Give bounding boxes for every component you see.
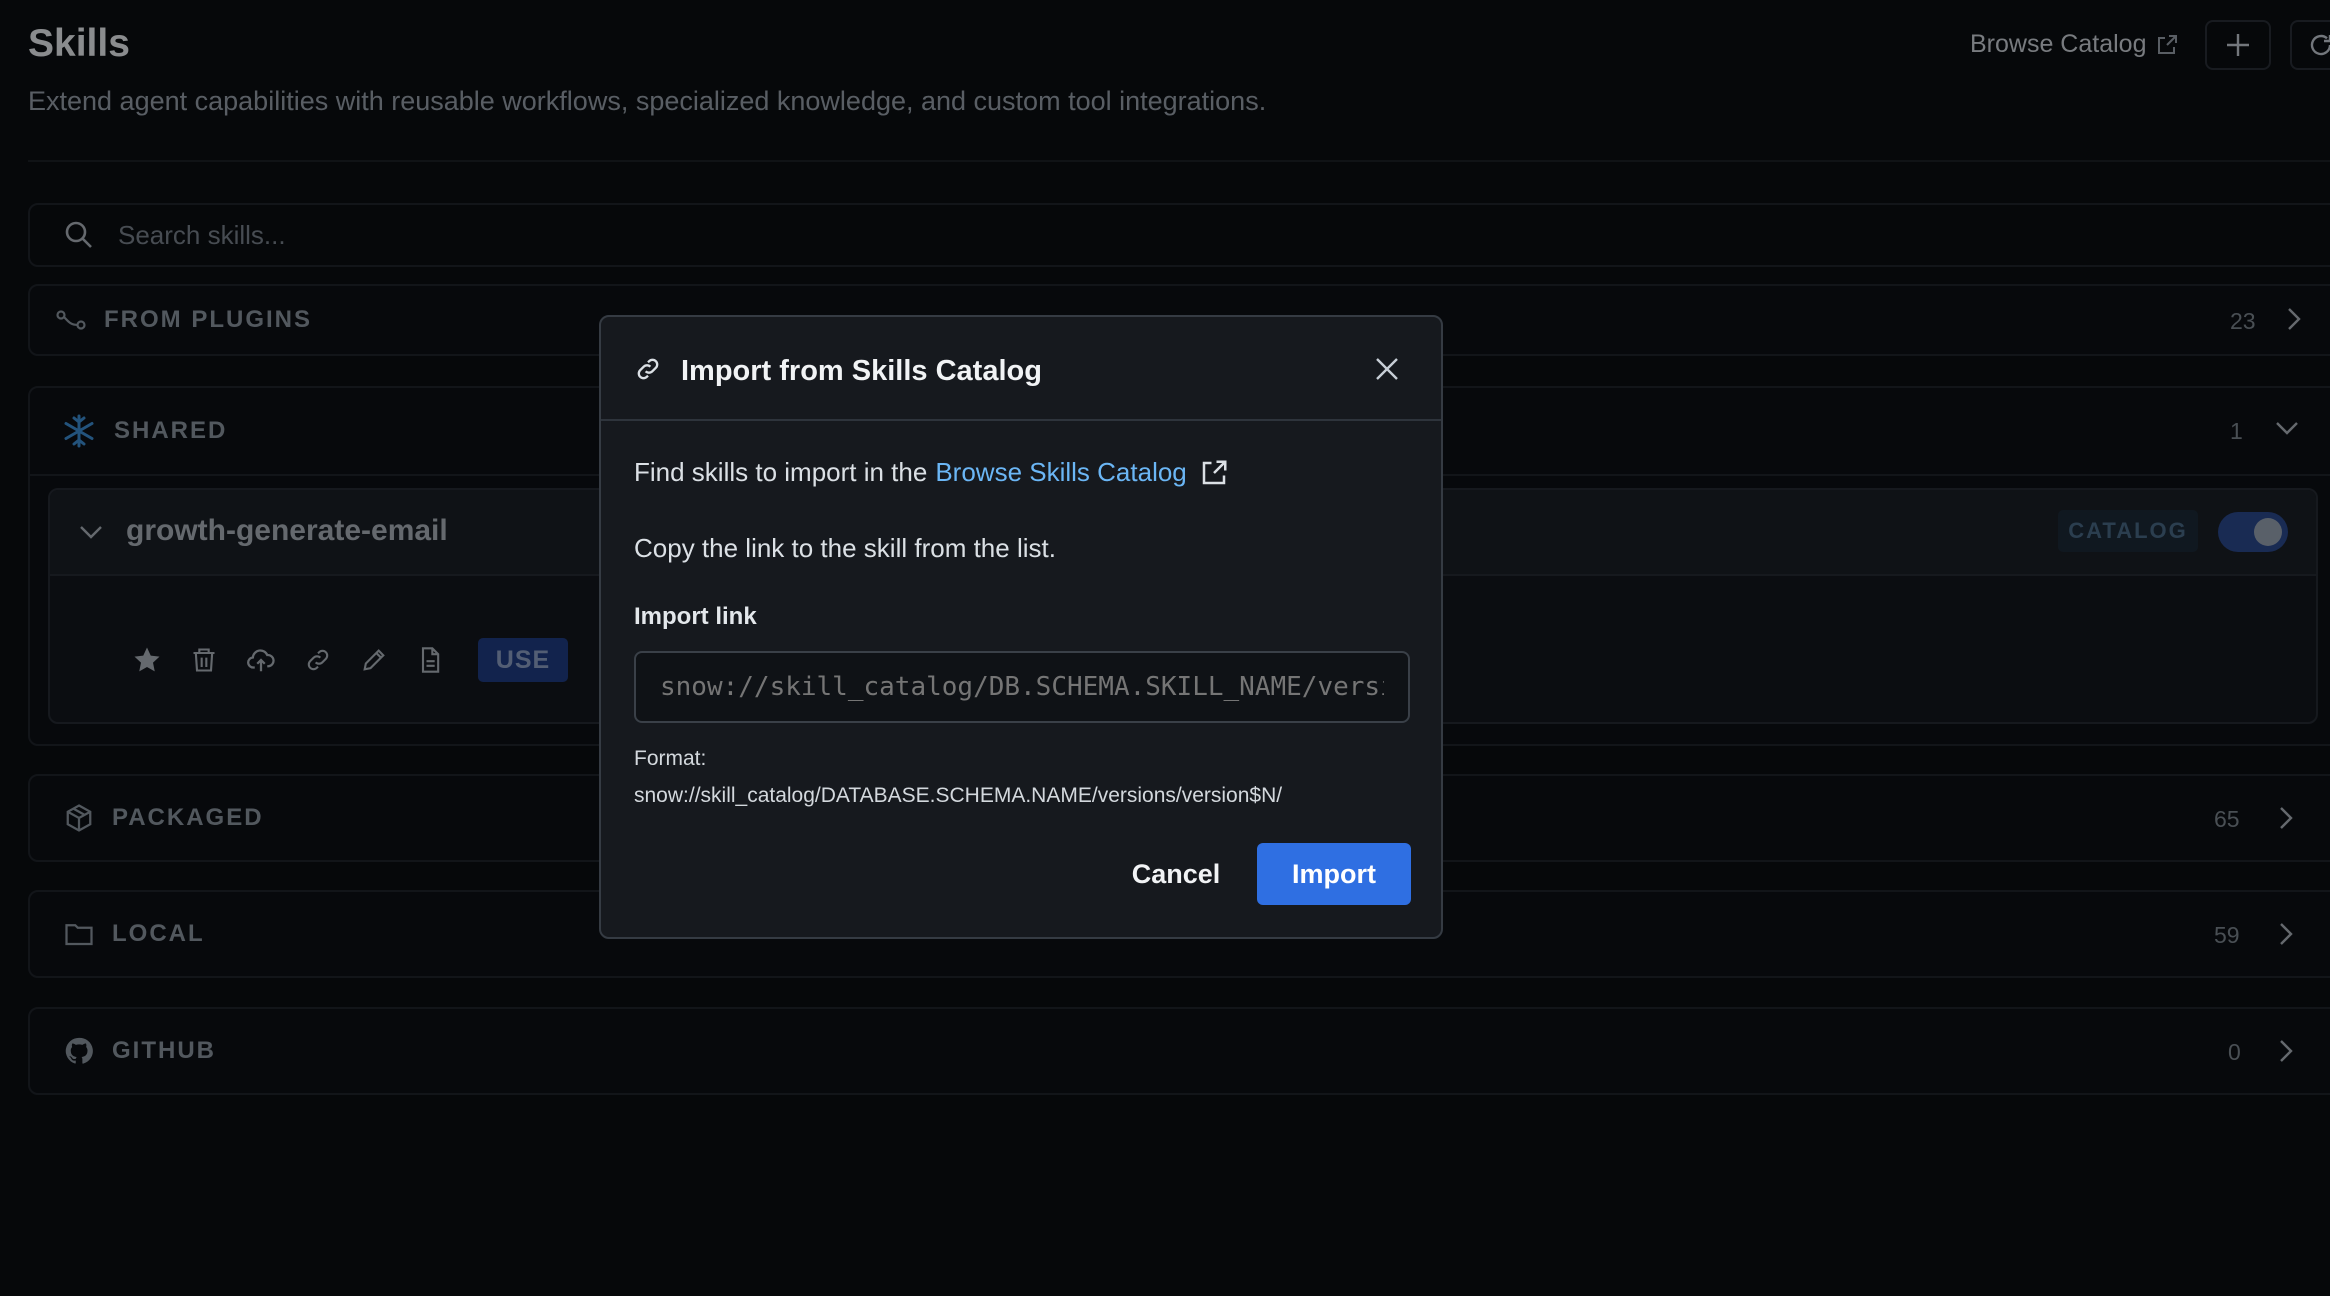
dialog-title: Import from Skills Catalog [681, 355, 1042, 387]
find-skills-text: Find skills to import in the [634, 457, 928, 487]
format-value: snow://skill_catalog/DATABASE.SCHEMA.NAM… [634, 784, 1283, 807]
external-link-icon[interactable] [1199, 458, 1229, 488]
import-dialog: Import from Skills Catalog Find skills t… [599, 315, 1443, 939]
format-label: Format: [634, 747, 707, 770]
import-link-input[interactable] [634, 651, 1410, 723]
close-icon[interactable] [1373, 355, 1401, 383]
import-link-label: Import link [634, 603, 757, 630]
dialog-header: Import from Skills Catalog [601, 317, 1441, 421]
cancel-button[interactable]: Cancel [1111, 843, 1241, 905]
browse-skills-catalog-link[interactable]: Browse Skills Catalog [935, 457, 1186, 488]
copy-instruction: Copy the link to the skill from the list… [634, 533, 1056, 563]
import-button[interactable]: Import [1257, 843, 1411, 905]
link-icon [634, 355, 662, 383]
find-skills-line: Find skills to import in the Browse Skil… [634, 457, 1229, 488]
